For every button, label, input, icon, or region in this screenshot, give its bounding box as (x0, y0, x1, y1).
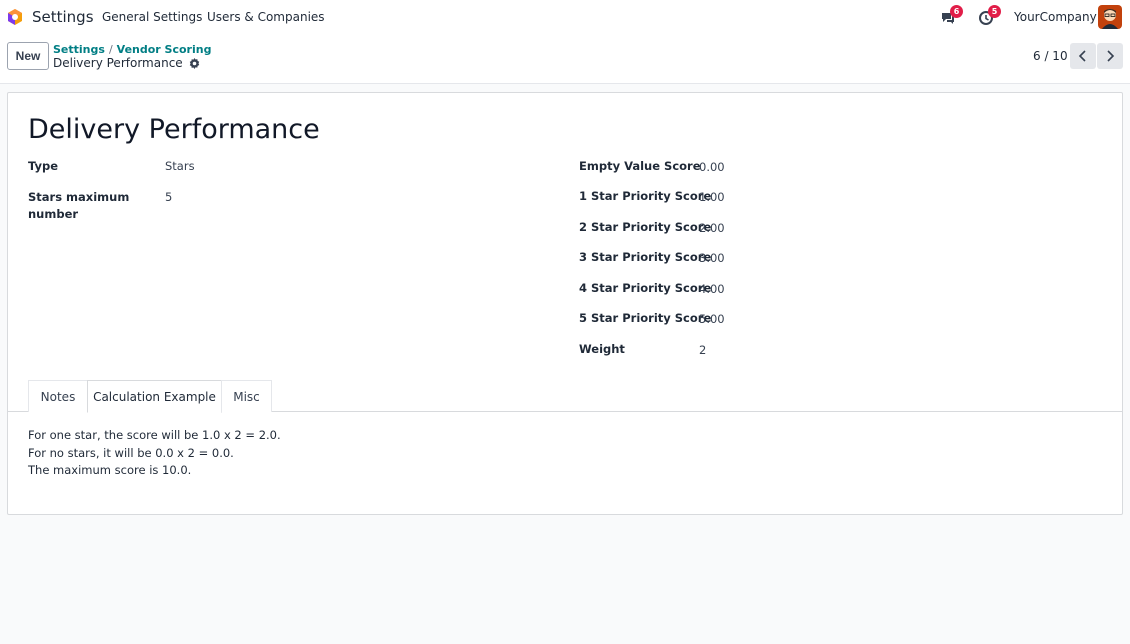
new-button[interactable]: New (7, 42, 49, 70)
record-name-label: Delivery Performance (53, 56, 183, 70)
breadcrumb-settings[interactable]: Settings (53, 43, 105, 56)
breadcrumb-vendor-scoring[interactable]: Vendor Scoring (117, 43, 212, 56)
type-label: Type (28, 159, 59, 173)
messages-badge: 6 (950, 5, 963, 18)
star1-priority-score-label: 1 Star Priority Score (579, 189, 712, 203)
star1-priority-score-field[interactable]: 1.00 (699, 189, 725, 206)
menu-general-settings[interactable]: General Settings (102, 10, 202, 24)
gear-icon[interactable] (189, 57, 200, 69)
user-avatar[interactable] (1098, 5, 1122, 29)
record-name: Delivery Performance (53, 56, 200, 70)
chevron-right-icon (1107, 50, 1115, 62)
breadcrumb: Settings / Vendor Scoring (53, 43, 211, 56)
app-logo-icon[interactable] (7, 9, 23, 25)
weight-label: Weight (579, 342, 625, 356)
activity-menu[interactable]: 5 (978, 5, 1001, 27)
avatar-icon (1098, 5, 1122, 29)
calculation-example-content: For one star, the score will be 1.0 x 2 … (28, 427, 281, 480)
star2-priority-score-field[interactable]: 2.00 (699, 220, 725, 237)
tab-misc-label: Misc (233, 389, 260, 404)
form-sheet: Delivery Performance Type Stars Stars ma… (7, 92, 1123, 515)
breadcrumb-separator: / (108, 43, 113, 56)
pager-value[interactable]: 6 / 10 (1033, 49, 1068, 63)
calculation-line: The maximum score is 10.0. (28, 463, 192, 477)
activities-badge: 5 (988, 5, 1001, 18)
company-switcher[interactable]: YourCompany (1014, 10, 1097, 24)
weight-field[interactable]: 2 (699, 342, 706, 359)
tab-notes[interactable]: Notes (28, 380, 88, 412)
calculation-line: For no stars, it will be 0.0 x 2 = 0.0. (28, 445, 234, 460)
tab-misc[interactable]: Misc (221, 380, 272, 412)
star3-priority-score-field[interactable]: 3.00 (699, 250, 725, 267)
chevron-left-icon (1078, 50, 1086, 62)
app-name[interactable]: Settings (32, 8, 94, 26)
menu-users-companies[interactable]: Users & Companies (207, 10, 325, 24)
type-field[interactable]: Stars (165, 158, 195, 175)
star5-priority-score-label: 5 Star Priority Score (579, 311, 712, 325)
calculation-line: For one star, the score will be 1.0 x 2 … (28, 428, 281, 442)
stars-maximum-number-label: Stars maximum number (28, 190, 130, 221)
star4-priority-score-label: 4 Star Priority Score (579, 281, 712, 295)
messaging-menu[interactable]: 6 (940, 5, 963, 27)
empty-value-score-field[interactable]: 0.00 (699, 159, 725, 176)
tab-calculation-example[interactable]: Calculation Example (87, 380, 222, 413)
pager-next-button[interactable] (1097, 43, 1123, 69)
tab-notes-label: Notes (40, 389, 76, 404)
empty-value-score-label: Empty Value Score (579, 159, 701, 173)
star4-priority-score-field[interactable]: 4.00 (699, 281, 725, 298)
top-navbar: Settings General Settings Users & Compan… (0, 0, 1130, 34)
pager-previous-button[interactable] (1070, 43, 1096, 69)
star2-priority-score-label: 2 Star Priority Score (579, 220, 712, 234)
control-panel: New Settings / Vendor Scoring Delivery Per… (0, 34, 1130, 84)
star5-priority-score-field[interactable]: 5.00 (699, 311, 725, 328)
notebook-tabs: Notes Calculation Example Misc (8, 380, 1122, 413)
stars-maximum-number-field[interactable]: 5 (165, 189, 172, 206)
star3-priority-score-label: 3 Star Priority Score (579, 250, 712, 264)
tab-calculation-example-label: Calculation Example (93, 389, 216, 404)
record-title[interactable]: Delivery Performance (28, 114, 320, 145)
